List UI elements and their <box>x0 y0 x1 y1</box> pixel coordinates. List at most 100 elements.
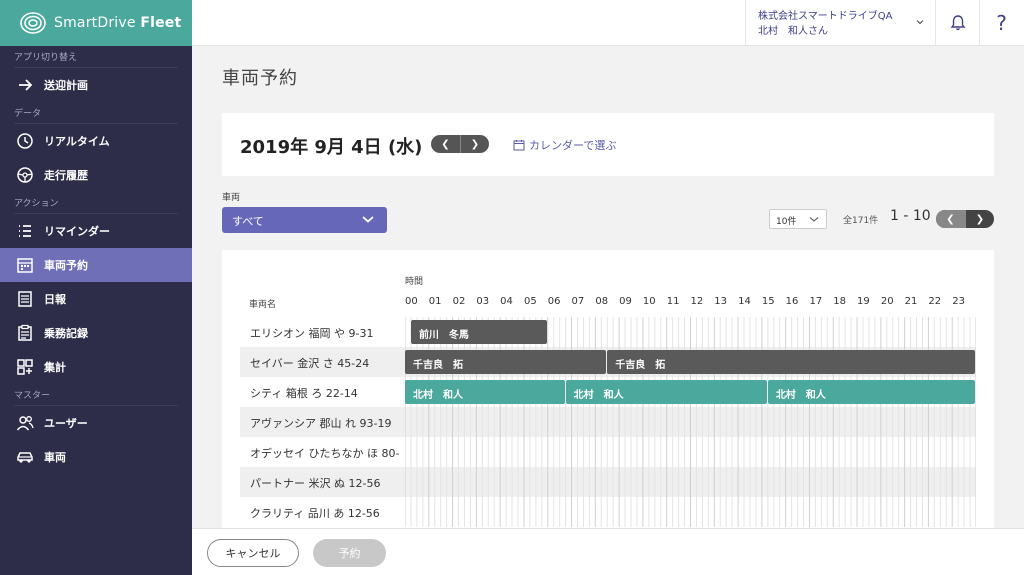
prev-page-button[interactable]: ❮ <box>936 210 965 228</box>
page-title: 車両予約 <box>222 68 298 89</box>
hour-label: 07 <box>571 296 585 307</box>
reservation-block[interactable]: 北村 和人 <box>405 380 565 404</box>
sidebar-item-report[interactable]: 日報 <box>0 282 192 316</box>
vehicle-filter-value: すべて <box>232 215 264 228</box>
time-grid <box>405 497 976 527</box>
hour-label: 18 <box>833 296 846 307</box>
calendar-icon <box>513 140 525 151</box>
sidebar-section-label: アクション <box>14 192 178 214</box>
sidebar-item-users[interactable]: ユーザー <box>0 406 192 440</box>
sidebar-section-label: データ <box>14 102 178 124</box>
vehicle-name: パートナー 米沢 ぬ 12-56 <box>250 477 381 490</box>
sidebar-item-clock[interactable]: リアルタイム <box>0 124 192 158</box>
hour-label: 19 <box>857 296 870 307</box>
top-header: 株式会社スマートドライブQA 北村 和人さん ? <box>192 0 1024 46</box>
chevron-down-icon <box>362 216 374 223</box>
calendar-icon <box>16 256 34 274</box>
bell-icon <box>950 15 965 31</box>
list-pager: ❮ ❯ <box>936 210 994 228</box>
vehicle-name: オデッセイ ひたちなか ほ 80- <box>250 447 400 460</box>
hour-label: 21 <box>904 296 918 307</box>
smartdrive-logo-icon <box>20 12 46 34</box>
next-page-button[interactable]: ❯ <box>965 210 994 228</box>
steering-wheel-icon <box>16 166 34 184</box>
clipboard-icon <box>16 324 34 342</box>
hour-label: 09 <box>619 296 632 307</box>
total-count: 全171件 <box>843 216 879 226</box>
calendar-link-label: カレンダーで選ぶ <box>529 139 617 152</box>
sidebar-item-label: ユーザー <box>44 417 88 430</box>
vehicle-filter-label: 車両 <box>222 193 241 203</box>
hour-label: 10 <box>642 296 656 307</box>
hour-label: 08 <box>595 296 609 307</box>
notification-button[interactable] <box>935 0 979 46</box>
vehicle-filter-select[interactable]: すべて <box>222 207 387 233</box>
date-pager: ❮ ❯ <box>431 135 489 153</box>
reserve-button[interactable]: 予約 <box>313 539 386 567</box>
reservation-block[interactable]: 前川 冬馬 <box>410 320 547 344</box>
hour-label: 04 <box>500 296 513 307</box>
sidebar-item-label: 乗務記録 <box>44 327 88 340</box>
logo-text: SmartDrive Fleet <box>54 15 182 31</box>
sidebar-item-clipboard[interactable]: 乗務記録 <box>0 316 192 350</box>
reservation-block[interactable]: 北村 和人 <box>767 380 975 404</box>
sidebar-section-label: マスター <box>14 384 178 406</box>
hour-label: 06 <box>547 296 561 307</box>
sidebar-item-arrow-right[interactable]: 送迎計画 <box>0 68 192 102</box>
schedule-row[interactable]: エリシオン 福岡 や 9-31 前川 冬馬 <box>240 317 976 347</box>
help-button[interactable]: ? <box>979 0 1023 46</box>
per-page-select[interactable]: 10件 <box>769 209 827 229</box>
reservation-block[interactable]: 千吉良 拓 <box>405 350 607 374</box>
hour-label: 15 <box>761 296 775 307</box>
vehicle-name: アヴァンシア 郡山 れ 93-19 <box>250 417 392 430</box>
schedule-row[interactable]: セイバー 金沢 さ 45-24 千吉良 拓千吉良 拓 <box>240 347 976 377</box>
schedule-row[interactable]: パートナー 米沢 ぬ 12-56 <box>240 467 976 497</box>
hour-label: 01 <box>428 296 442 307</box>
chevron-down-icon <box>916 20 924 25</box>
sidebar-item-steering-wheel[interactable]: 走行履歴 <box>0 158 192 192</box>
vehicle-name: セイバー 金沢 さ 45-24 <box>250 357 370 370</box>
sidebar-item-label: 車両 <box>44 451 66 464</box>
hour-label: 14 <box>738 296 751 307</box>
sidebar-item-grid[interactable]: 集計 <box>0 350 192 384</box>
schedule-row[interactable]: クラリティ 品川 あ 12-56 <box>240 497 976 527</box>
schedule-row[interactable]: シティ 箱根 ろ 22-14 北村 和人 北村 和人 北村 和人 <box>240 377 976 407</box>
sidebar-item-car[interactable]: 車両 <box>0 440 192 474</box>
date-card: 2019年 9月 4日 (水) ❮ ❯ カレンダーで選ぶ <box>222 113 994 176</box>
sidebar: SmartDrive Fleet アプリ切り替え送迎計画データリアルタイム走行履… <box>0 0 192 575</box>
time-axis-label: 時間 <box>405 277 424 287</box>
hour-label: 13 <box>714 296 728 307</box>
hour-label: 05 <box>523 296 537 307</box>
users-icon <box>16 414 34 432</box>
question-icon: ? <box>996 11 1007 35</box>
vehicle-name-header: 車両名 <box>249 300 277 310</box>
sidebar-item-label: 送迎計画 <box>44 79 88 92</box>
account-menu[interactable]: 株式会社スマートドライブQA 北村 和人さん <box>745 0 935 46</box>
cancel-button[interactable]: キャンセル <box>207 539 299 567</box>
hour-label: 16 <box>785 296 799 307</box>
sidebar-item-list[interactable]: リマインダー <box>0 214 192 248</box>
sidebar-item-label: 日報 <box>44 293 66 306</box>
reservation-block[interactable]: 千吉良 拓 <box>607 350 975 374</box>
hour-label: 12 <box>690 296 704 307</box>
sidebar-section-label: アプリ切り替え <box>14 46 178 68</box>
prev-date-button[interactable]: ❮ <box>431 135 460 153</box>
hour-label: 20 <box>880 296 894 307</box>
sidebar-item-label: リアルタイム <box>44 135 110 148</box>
schedule-row[interactable]: オデッセイ ひたちなか ほ 80- <box>240 437 976 467</box>
reservation-block[interactable]: 北村 和人 <box>565 380 767 404</box>
current-date: 2019年 9月 4日 (水) <box>240 137 423 158</box>
arrow-right-icon <box>16 76 34 94</box>
list-icon <box>16 222 34 240</box>
sidebar-item-calendar[interactable]: 車両予約 <box>0 248 192 282</box>
calendar-picker-link[interactable]: カレンダーで選ぶ <box>513 137 616 153</box>
schedule-row[interactable]: アヴァンシア 郡山 れ 93-19 <box>240 407 976 437</box>
hour-label: 02 <box>452 296 466 307</box>
chevron-down-icon <box>809 217 819 222</box>
hour-label: 03 <box>476 296 490 307</box>
app-logo[interactable]: SmartDrive Fleet <box>0 0 192 46</box>
hour-label: 11 <box>666 296 680 307</box>
sidebar-nav: アプリ切り替え送迎計画データリアルタイム走行履歴 アクション リマインダー 車両予約日… <box>0 46 192 474</box>
next-date-button[interactable]: ❯ <box>460 135 489 153</box>
action-footer: キャンセル 予約 <box>192 528 1024 575</box>
